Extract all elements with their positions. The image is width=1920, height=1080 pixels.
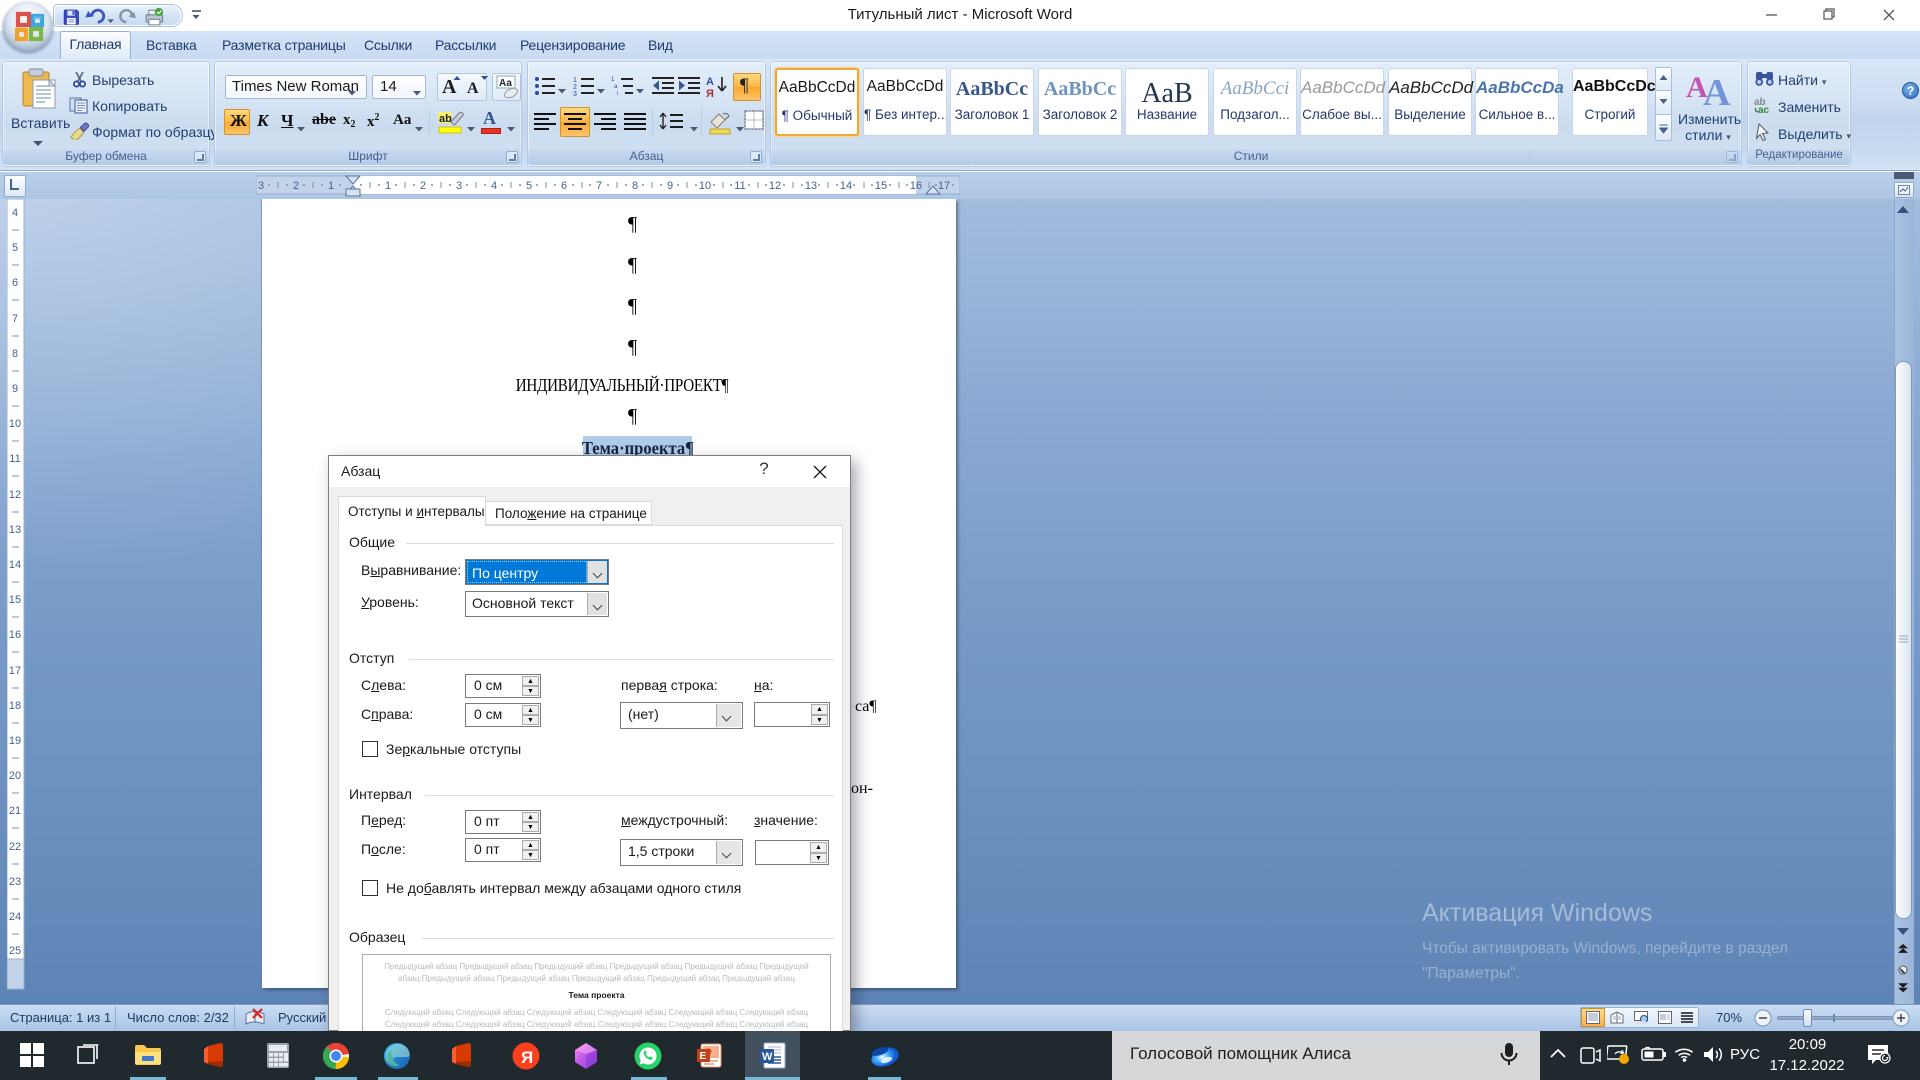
svg-text:3: 3 <box>573 91 577 97</box>
svg-text:9: 9 <box>12 383 18 395</box>
svg-text:24: 24 <box>9 911 21 923</box>
svg-text:11: 11 <box>734 180 745 192</box>
svg-text:18: 18 <box>9 700 21 712</box>
svg-text:13: 13 <box>805 180 817 192</box>
svg-text:12: 12 <box>9 489 21 501</box>
svg-text:8: 8 <box>12 348 18 360</box>
svg-text:23: 23 <box>9 876 21 888</box>
svg-text:7: 7 <box>12 313 18 325</box>
svg-text:3: 3 <box>456 180 462 192</box>
svg-text:4: 4 <box>491 180 497 192</box>
svg-text:1: 1 <box>385 180 391 192</box>
svg-text:9: 9 <box>667 180 673 192</box>
svg-text:21: 21 <box>9 805 21 817</box>
svg-text:22: 22 <box>9 841 21 853</box>
svg-text:Аа: Аа <box>499 78 512 89</box>
svg-text:16: 16 <box>910 180 922 192</box>
svg-text:10: 10 <box>9 418 21 430</box>
svg-text:4: 4 <box>12 207 18 219</box>
svg-text:13: 13 <box>9 524 21 536</box>
svg-text:10: 10 <box>699 180 711 192</box>
svg-text:1: 1 <box>611 77 615 83</box>
svg-text:1: 1 <box>573 77 577 84</box>
svg-text:2: 2 <box>293 180 299 192</box>
svg-text:15: 15 <box>9 594 21 606</box>
svg-text:Я: Я <box>706 88 714 98</box>
svg-text:8: 8 <box>632 180 638 192</box>
svg-text:20: 20 <box>9 770 21 782</box>
svg-text:11: 11 <box>9 453 20 465</box>
svg-text:17: 17 <box>9 665 21 677</box>
svg-text:6: 6 <box>561 180 567 192</box>
svg-text:14: 14 <box>9 559 21 571</box>
svg-text:Я: Я <box>521 1048 533 1067</box>
svg-text:3: 3 <box>258 180 264 192</box>
svg-text:5: 5 <box>526 180 532 192</box>
svg-text:19: 19 <box>9 735 21 747</box>
svg-text:ab: ab <box>439 113 452 125</box>
svg-text:1: 1 <box>328 180 334 192</box>
svg-text:2: 2 <box>573 84 577 91</box>
svg-text:17: 17 <box>938 180 950 192</box>
svg-text:6: 6 <box>12 277 18 289</box>
svg-text:a: a <box>614 84 618 90</box>
svg-text:7: 7 <box>596 180 602 192</box>
svg-text:i: i <box>617 91 618 97</box>
svg-text:15: 15 <box>875 180 887 192</box>
svg-text:5: 5 <box>12 242 18 254</box>
svg-text:Е: Е <box>700 1051 707 1062</box>
svg-text:25: 25 <box>9 945 21 957</box>
svg-text:А: А <box>706 76 714 88</box>
svg-text:W: W <box>762 1051 773 1063</box>
svg-text:16: 16 <box>9 629 21 641</box>
svg-text:14: 14 <box>840 180 852 192</box>
svg-text:2: 2 <box>420 180 426 192</box>
svg-text:ac: ac <box>1758 105 1770 114</box>
svg-text:12: 12 <box>769 180 781 192</box>
svg-text:A: A <box>1703 72 1731 107</box>
